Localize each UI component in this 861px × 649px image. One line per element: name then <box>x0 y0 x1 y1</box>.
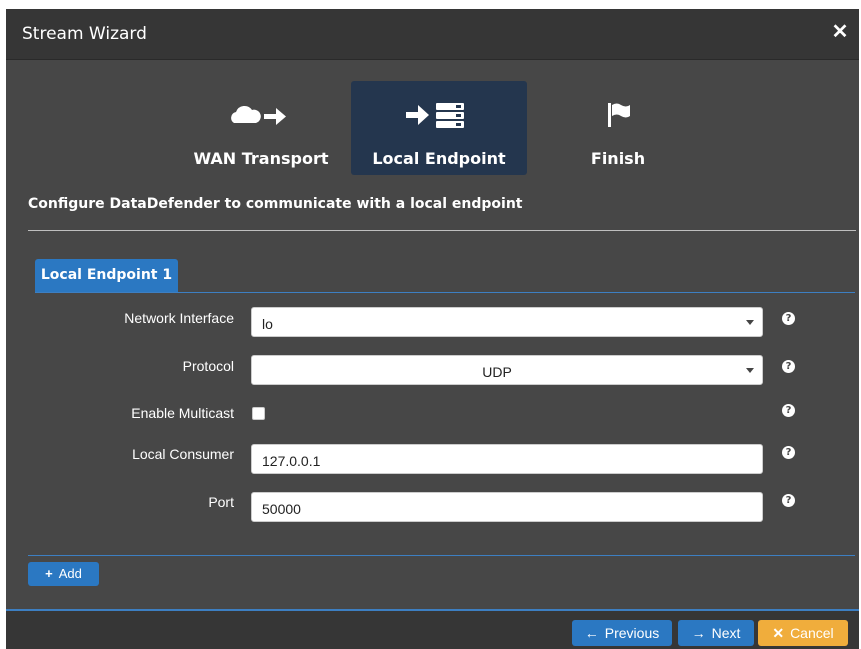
divider <box>28 230 856 231</box>
stream-wizard-dialog: Stream Wizard ✕ WAN Transport Local Endp… <box>6 9 859 649</box>
tab-local-endpoint-1[interactable]: Local Endpoint 1 <box>35 259 178 292</box>
next-label: Next <box>711 625 741 641</box>
instruction-text: Configure DataDefender to communicate wi… <box>28 196 523 212</box>
add-label: Add <box>58 566 82 581</box>
step-wan-transport[interactable]: WAN Transport <box>173 81 349 175</box>
server-icon <box>436 103 464 128</box>
local-consumer-input[interactable]: 127.0.0.1 <box>251 444 763 474</box>
help-icon[interactable]: ? <box>782 404 795 417</box>
wizard-steps: WAN Transport Local Endpoint Finish <box>6 81 859 175</box>
cancel-label: Cancel <box>790 625 834 641</box>
protocol-select[interactable]: UDP <box>251 355 763 385</box>
plus-icon: + <box>45 566 53 581</box>
tab-underline <box>35 292 855 293</box>
add-endpoint-button[interactable]: + Add <box>28 562 99 586</box>
dialog-footer: ← Previous → Next ✕ Cancel <box>6 609 859 649</box>
step-label: WAN Transport <box>193 149 329 168</box>
port-input[interactable]: 50000 <box>251 492 763 522</box>
arrow-right-icon <box>264 108 286 125</box>
help-icon[interactable]: ? <box>782 446 795 459</box>
network-interface-label: Network Interface <box>124 310 234 326</box>
help-icon[interactable]: ? <box>782 360 795 373</box>
previous-button[interactable]: ← Previous <box>572 620 672 646</box>
cloud-icon <box>231 105 286 125</box>
network-interface-select[interactable]: lo <box>251 307 763 337</box>
enable-multicast-label: Enable Multicast <box>131 405 234 421</box>
title-bar: Stream Wizard ✕ <box>6 9 859 60</box>
help-icon[interactable]: ? <box>782 312 795 325</box>
port-value: 50000 <box>262 501 301 517</box>
close-icon[interactable]: ✕ <box>829 21 851 43</box>
arrow-left-icon: ← <box>584 625 599 641</box>
close-icon: ✕ <box>772 625 785 641</box>
dialog-title: Stream Wizard <box>22 24 147 44</box>
arrow-right-icon: → <box>691 625 706 641</box>
step-label: Local Endpoint <box>372 149 506 168</box>
next-button[interactable]: → Next <box>678 620 754 646</box>
protocol-value: UDP <box>482 364 512 380</box>
flag-icon <box>608 103 630 127</box>
previous-label: Previous <box>604 625 660 641</box>
port-label: Port <box>208 494 234 510</box>
cancel-button[interactable]: ✕ Cancel <box>758 620 848 646</box>
local-consumer-value: 127.0.0.1 <box>262 453 321 469</box>
step-finish[interactable]: Finish <box>530 81 706 175</box>
chevron-down-icon <box>746 368 754 373</box>
step-local-endpoint[interactable]: Local Endpoint <box>351 81 527 175</box>
step-label: Finish <box>590 149 646 168</box>
protocol-label: Protocol <box>182 358 234 374</box>
divider <box>28 555 855 556</box>
arrow-right-icon <box>406 105 429 125</box>
enable-multicast-checkbox[interactable] <box>252 407 265 420</box>
network-interface-value: lo <box>262 316 273 332</box>
chevron-down-icon <box>746 320 754 325</box>
help-icon[interactable]: ? <box>782 494 795 507</box>
local-consumer-label: Local Consumer <box>132 446 234 462</box>
